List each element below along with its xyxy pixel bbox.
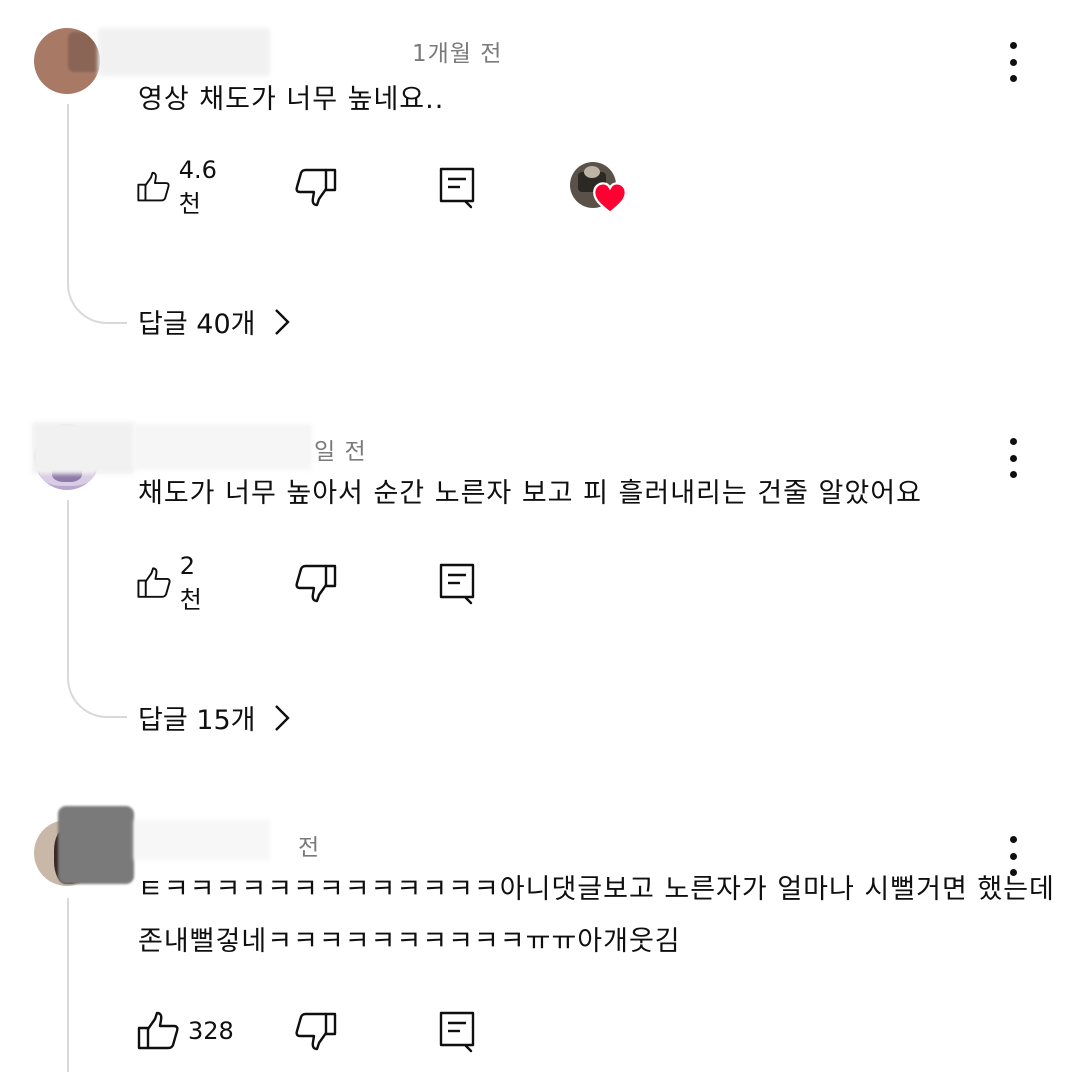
heart-icon <box>593 182 627 215</box>
comment-text: 영상 채도가 너무 높네요.. <box>138 84 445 115</box>
thread-line <box>67 104 127 324</box>
redacted-username <box>58 806 134 884</box>
view-replies-button[interactable]: 답글 40개 <box>138 302 291 341</box>
comment-text: 채도가 너무 높아서 순간 노른자 보고 피 흘러내리는 건줄 알았어요 <box>138 478 922 509</box>
thumb-down-icon <box>295 168 337 207</box>
comment-icon <box>439 167 475 209</box>
thumb-down-icon <box>295 1012 337 1051</box>
replies-label: 답글 15개 <box>138 705 256 736</box>
comment-text-line-2: 존내뻘겋네ㅋㅋㅋㅋㅋㅋㅋㅋㅋㅋㅠㅠ아개웃김 <box>138 926 681 957</box>
more-options-icon[interactable] <box>998 438 1028 478</box>
comment-icon <box>439 1011 475 1053</box>
comment-text-line-1: ㅌㅋㅋㅋㅋㅋㅋㅋㅋㅋㅋㅋㅋㅋ아니댓글보고 노른자가 얼마나 시뻘거면 했는데 <box>138 874 1055 905</box>
chevron-right-icon <box>275 704 291 731</box>
comment-timestamp: 전 <box>298 835 321 861</box>
comment-timestamp: 일 전 <box>314 439 367 465</box>
comment-timestamp: 1개월 전 <box>412 41 503 67</box>
thumb-up-icon <box>137 171 170 202</box>
like-count: 328 <box>188 1017 234 1045</box>
reply-button[interactable] <box>436 164 480 210</box>
redacted-username-2 <box>134 820 270 860</box>
redacted-username <box>98 28 270 76</box>
more-options-icon[interactable] <box>998 42 1028 82</box>
like-button[interactable]: 4.6천 <box>136 156 226 218</box>
dislike-button[interactable] <box>294 164 338 210</box>
thumb-down-icon <box>295 564 337 603</box>
redacted-username-2 <box>134 424 312 470</box>
redacted-username <box>32 422 134 474</box>
view-replies-button[interactable]: 답글 15개 <box>138 698 291 737</box>
like-count: 2천 <box>179 551 202 614</box>
thumb-up-icon <box>137 567 171 598</box>
avatar[interactable] <box>34 28 100 94</box>
dislike-button[interactable] <box>294 560 338 606</box>
reply-button[interactable] <box>436 560 480 606</box>
replies-label: 답글 40개 <box>138 309 256 340</box>
like-button[interactable]: 2천 <box>136 552 210 614</box>
creator-heart[interactable] <box>570 162 627 215</box>
thread-line <box>67 898 69 1072</box>
dislike-button[interactable] <box>294 1008 338 1054</box>
reply-button[interactable] <box>436 1008 480 1054</box>
like-count: 4.6천 <box>178 155 217 218</box>
chevron-right-icon <box>275 308 291 335</box>
thread-line <box>67 500 127 718</box>
thumb-up-icon <box>137 1011 179 1050</box>
like-button[interactable]: 328 <box>136 1008 234 1054</box>
comment-icon <box>439 563 475 605</box>
